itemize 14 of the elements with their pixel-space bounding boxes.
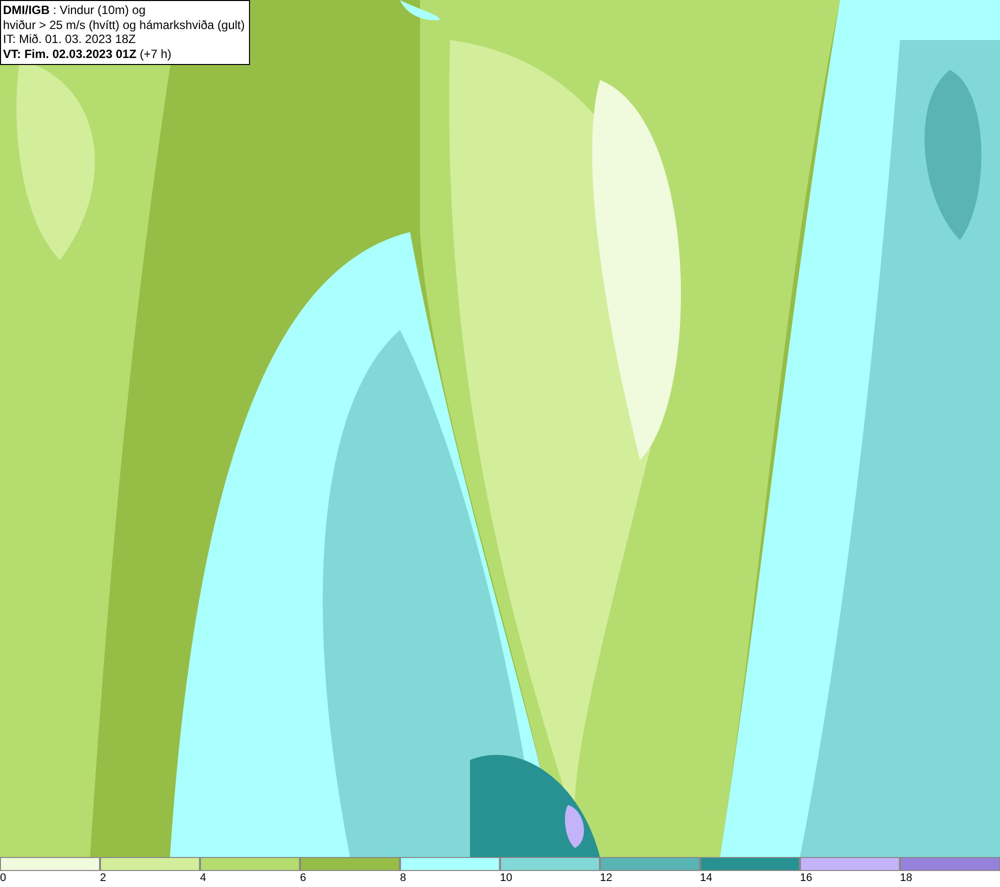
legend-label: 14	[700, 871, 712, 885]
legend-label: 18	[900, 871, 912, 885]
legend-label: 6	[300, 871, 306, 885]
legend-label: 0	[0, 871, 6, 885]
legend-label: 8	[400, 871, 406, 885]
legend-label: 10	[500, 871, 512, 885]
legend-label: 12	[600, 871, 612, 885]
legend-label: 4	[200, 871, 206, 885]
header-text: IT: Mið. 01. 03. 2023 18Z	[3, 32, 137, 46]
header-text: hviður > 25 m/s (hvítt) og hámarkshviða (gult)	[3, 18, 245, 32]
legend-label: 16	[800, 871, 812, 885]
header-text: VT: Fim. 02.03.2023 01Z (+7 h)	[3, 46, 172, 61]
header-text: DMI/IGB : Vindur (10m) og	[3, 3, 146, 18]
legend-label: 2	[100, 871, 106, 885]
